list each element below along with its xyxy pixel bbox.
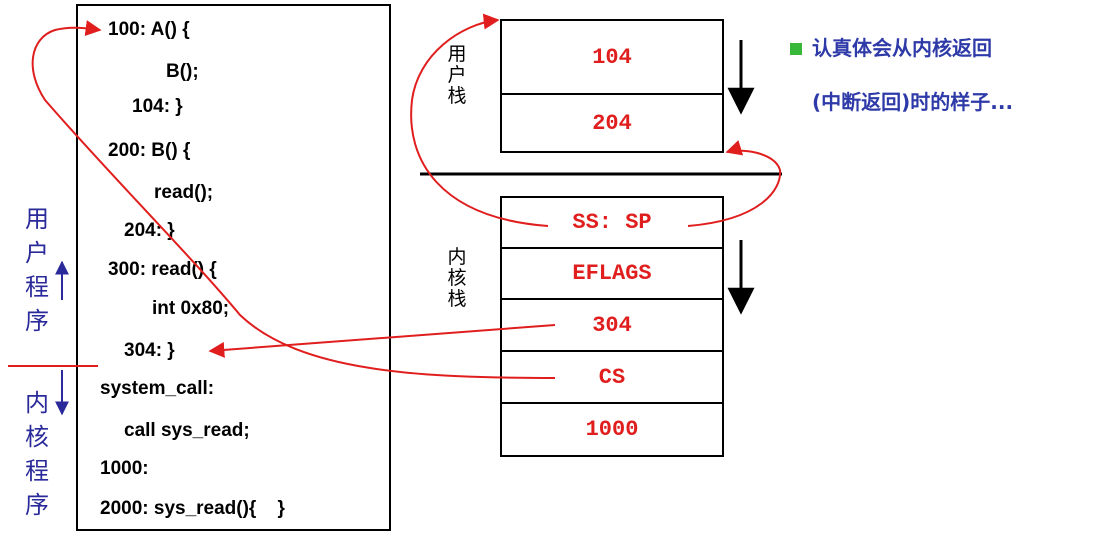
ss-sp-to-user-stack-top-arrow bbox=[410, 13, 549, 227]
return-flow-curve bbox=[31, 20, 556, 379]
arrows-overlay bbox=[8, 13, 782, 416]
return-304-arrow bbox=[208, 324, 556, 358]
ss-sp-to-user-stack-arrow bbox=[687, 140, 782, 227]
